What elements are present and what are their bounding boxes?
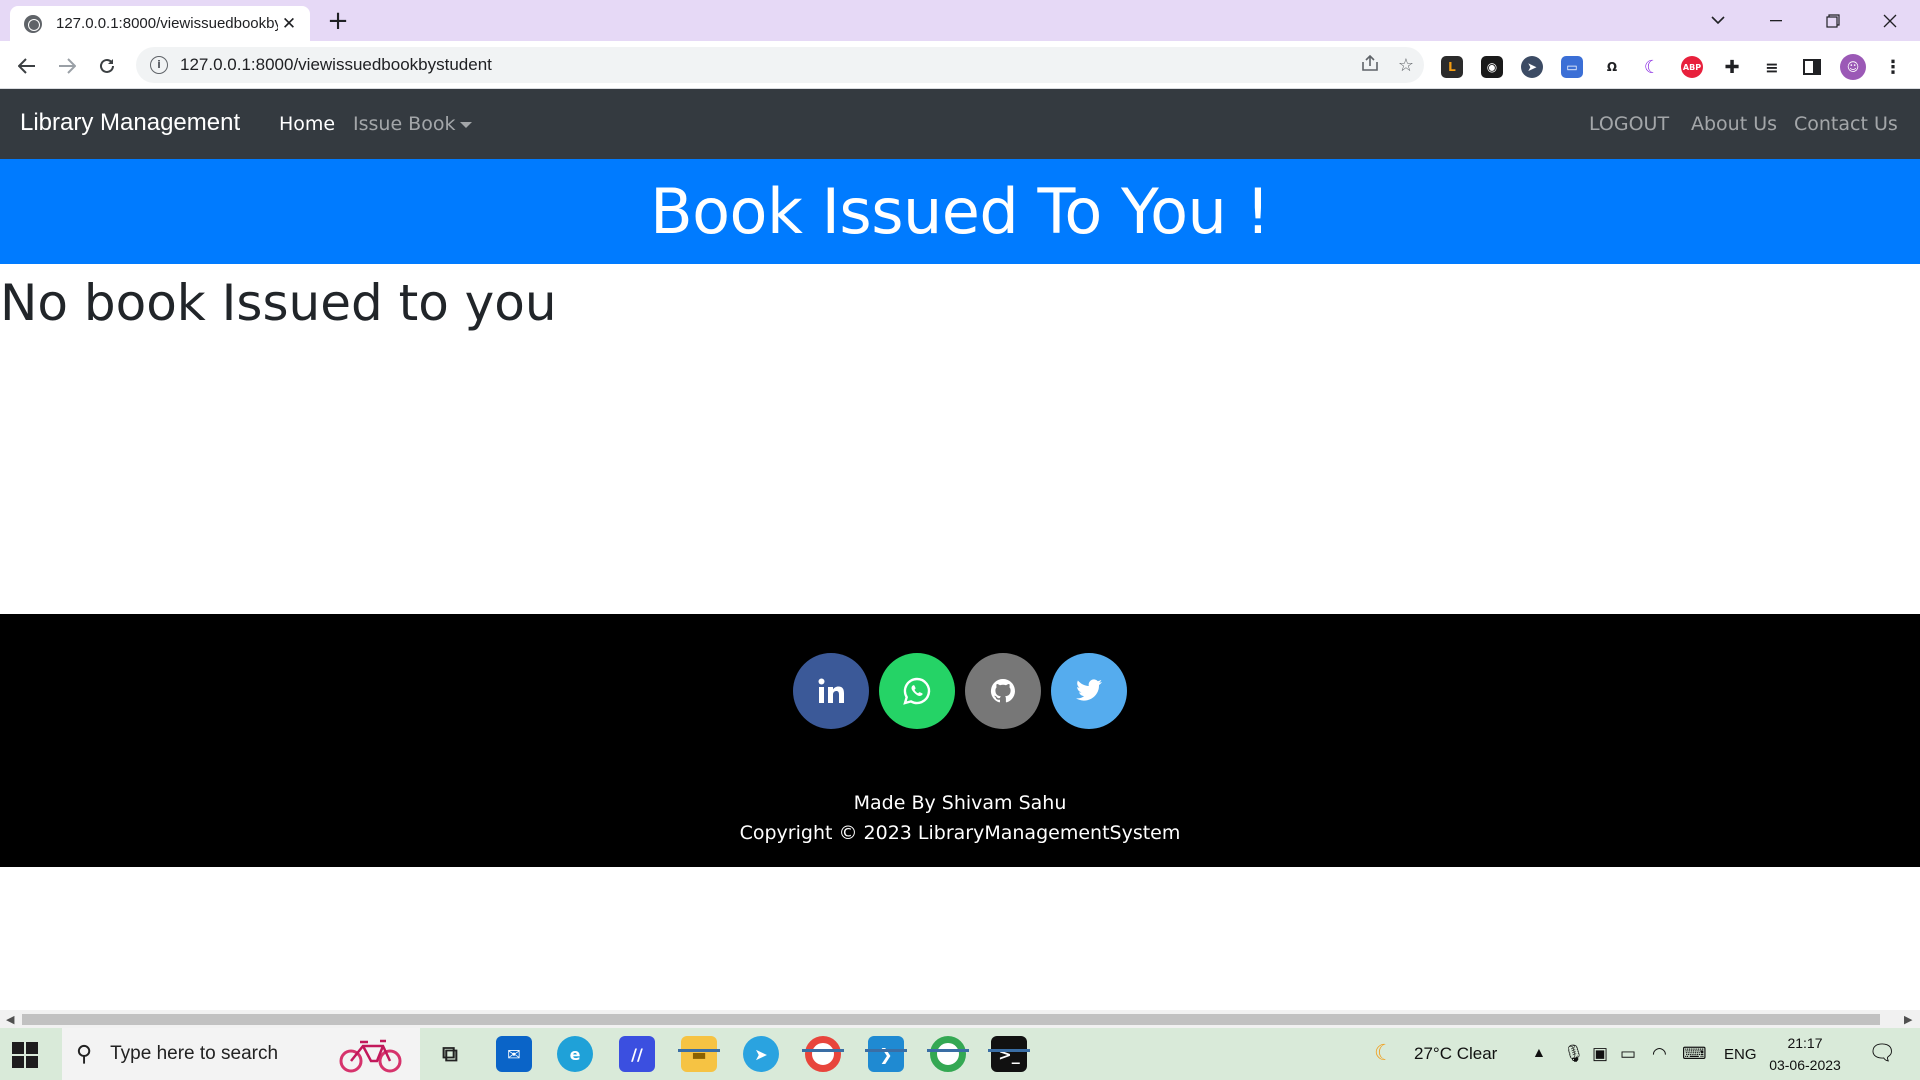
new-tab-button[interactable]: + xyxy=(322,6,354,38)
close-window-button[interactable] xyxy=(1862,0,1918,41)
extensions-puzzle-icon[interactable]: ✚ xyxy=(1721,56,1743,78)
whatsapp-button[interactable] xyxy=(879,653,955,729)
notification-icon[interactable]: 🗨 xyxy=(1868,1040,1896,1066)
address-bar[interactable]: i 127.0.0.1:8000/viewissuedbookbystudent… xyxy=(136,47,1424,83)
page-header-banner: Book Issued To You ! xyxy=(0,159,1920,264)
tab-title: 127.0.0.1:8000/viewissuedbookby xyxy=(56,15,278,32)
horizontal-scrollbar[interactable]: ◀ ▶ xyxy=(0,1010,1920,1028)
tab-search-chevron-icon[interactable] xyxy=(1690,0,1746,41)
back-arrow-icon[interactable] xyxy=(12,51,42,81)
dark-mode-moon-icon[interactable]: ☾ xyxy=(1641,56,1663,78)
footer-copyright: Copyright © 2023 LibraryManagementSystem xyxy=(739,822,1181,844)
site-footer: Made By Shivam Sahu Copyright © 2023 Lib… xyxy=(0,614,1920,867)
taskbar-active-indicator xyxy=(802,1049,844,1052)
menu-kebab-icon[interactable]: ⋮ xyxy=(1882,56,1904,78)
nav-home-link[interactable]: Home xyxy=(279,113,335,135)
nav-issue-book-label: Issue Book xyxy=(353,113,456,135)
weather-text[interactable]: 27°C Clear xyxy=(1414,1044,1497,1064)
footer-author: Made By Shivam Sahu xyxy=(853,792,1067,814)
mail-app-icon[interactable]: ✉ xyxy=(496,1036,532,1072)
reading-list-icon[interactable]: ≡ xyxy=(1761,56,1783,78)
taskbar-search[interactable]: ⚲ Type here to search xyxy=(62,1028,420,1080)
share-icon[interactable] xyxy=(1352,54,1388,76)
site-navbar: Library Management Home Issue Book LOGOU… xyxy=(0,89,1920,159)
chrome-app-icon[interactable] xyxy=(805,1036,841,1072)
whatsapp-icon xyxy=(903,677,931,705)
omega-extension-icon[interactable]: Ω xyxy=(1601,56,1623,78)
vscode-app-icon[interactable]: ❯ xyxy=(868,1036,904,1072)
globe-icon xyxy=(24,14,42,33)
meet-icon[interactable]: ▣ xyxy=(1592,1044,1608,1064)
linkedin-icon xyxy=(818,678,844,703)
site-info-icon[interactable]: i xyxy=(150,56,168,74)
navbar-brand[interactable]: Library Management xyxy=(20,109,240,137)
windows-taskbar: ⚲ Type here to search ⧉ ✉ e // ▬ ➤ ❯ >_ … xyxy=(0,1028,1920,1080)
side-panel-icon[interactable] xyxy=(1801,56,1823,78)
nav-issue-book-dropdown[interactable]: Issue Book xyxy=(353,113,473,135)
terminal-app-icon[interactable]: >_ xyxy=(991,1036,1027,1072)
scroll-right-arrow-icon[interactable]: ▶ xyxy=(1904,1013,1912,1026)
edge-app-icon[interactable]: e xyxy=(557,1036,593,1072)
wifi-icon[interactable]: ◠ xyxy=(1652,1044,1667,1064)
adblock-icon[interactable]: ABP xyxy=(1681,56,1703,78)
empty-state-message: No book Issued to you xyxy=(0,274,557,332)
task-view-icon[interactable]: ⧉ xyxy=(432,1036,468,1072)
taskbar-search-placeholder: Type here to search xyxy=(110,1043,279,1064)
taskbar-active-indicator xyxy=(927,1049,969,1052)
minimize-button[interactable] xyxy=(1748,0,1804,41)
restore-button[interactable] xyxy=(1805,0,1861,41)
search-icon: ⚲ xyxy=(76,1041,93,1067)
profile-avatar[interactable]: ☺ xyxy=(1840,54,1866,80)
browser-tabstrip: 127.0.0.1:8000/viewissuedbookby ✕ + xyxy=(0,0,1920,41)
moon-weather-icon: ☾ xyxy=(1374,1040,1394,1065)
lh-extension-icon[interactable]: L xyxy=(1441,56,1463,78)
taskbar-active-indicator xyxy=(865,1049,907,1052)
linkedin-button[interactable] xyxy=(793,653,869,729)
clock-time: 21:17 xyxy=(1787,1035,1823,1051)
url-text: 127.0.0.1:8000/viewissuedbookbystudent xyxy=(180,55,492,74)
scroll-left-arrow-icon[interactable]: ◀ xyxy=(6,1013,14,1026)
file-explorer-icon[interactable]: ▬ xyxy=(681,1036,717,1072)
bicycle-icon xyxy=(339,1039,402,1073)
github-icon xyxy=(990,678,1015,703)
taskbar-active-indicator xyxy=(988,1049,1030,1052)
caret-down-icon xyxy=(460,121,473,128)
twitter-icon xyxy=(1076,679,1102,701)
telegram-app-icon[interactable]: ➤ xyxy=(743,1036,779,1072)
nav-contact-link[interactable]: Contact Us xyxy=(1794,113,1898,135)
keyboard-icon[interactable]: ⌨ xyxy=(1682,1044,1707,1064)
taskbar-active-indicator xyxy=(678,1049,720,1052)
browser-tab[interactable]: 127.0.0.1:8000/viewissuedbookby ✕ xyxy=(10,6,310,41)
microphone-icon[interactable]: 🎙 xyxy=(1563,1044,1585,1064)
bookmark-star-icon[interactable]: ☆ xyxy=(1388,55,1424,76)
chrome-profile-app-icon[interactable] xyxy=(930,1036,966,1072)
nav-about-link[interactable]: About Us xyxy=(1691,113,1777,135)
battery-icon[interactable]: ▭ xyxy=(1620,1044,1636,1064)
scrollbar-thumb[interactable] xyxy=(22,1014,1880,1025)
pen-app-icon[interactable]: // xyxy=(619,1036,655,1072)
nav-logout-link[interactable]: LOGOUT xyxy=(1589,113,1669,135)
window-extension-icon[interactable]: ▭ xyxy=(1561,56,1583,78)
taskbar-clock[interactable]: 21:17 03-06-2023 xyxy=(1760,1032,1850,1076)
github-button[interactable] xyxy=(965,653,1041,729)
clock-date: 03-06-2023 xyxy=(1769,1057,1841,1073)
browser-toolbar: i 127.0.0.1:8000/viewissuedbookbystudent… xyxy=(0,41,1920,89)
close-tab-icon[interactable]: ✕ xyxy=(278,14,300,34)
reload-icon[interactable] xyxy=(92,51,122,81)
glasses-extension-icon[interactable]: ◉ xyxy=(1481,56,1503,78)
forward-arrow-icon[interactable] xyxy=(52,51,82,81)
page-title: Book Issued To You ! xyxy=(650,175,1270,248)
chevron-up-icon[interactable]: ▲ xyxy=(1532,1044,1546,1060)
language-indicator[interactable]: ENG xyxy=(1724,1046,1757,1063)
twitter-button[interactable] xyxy=(1051,653,1127,729)
windows-start-icon[interactable] xyxy=(12,1042,38,1068)
cursor-extension-icon[interactable]: ➤ xyxy=(1521,56,1543,78)
